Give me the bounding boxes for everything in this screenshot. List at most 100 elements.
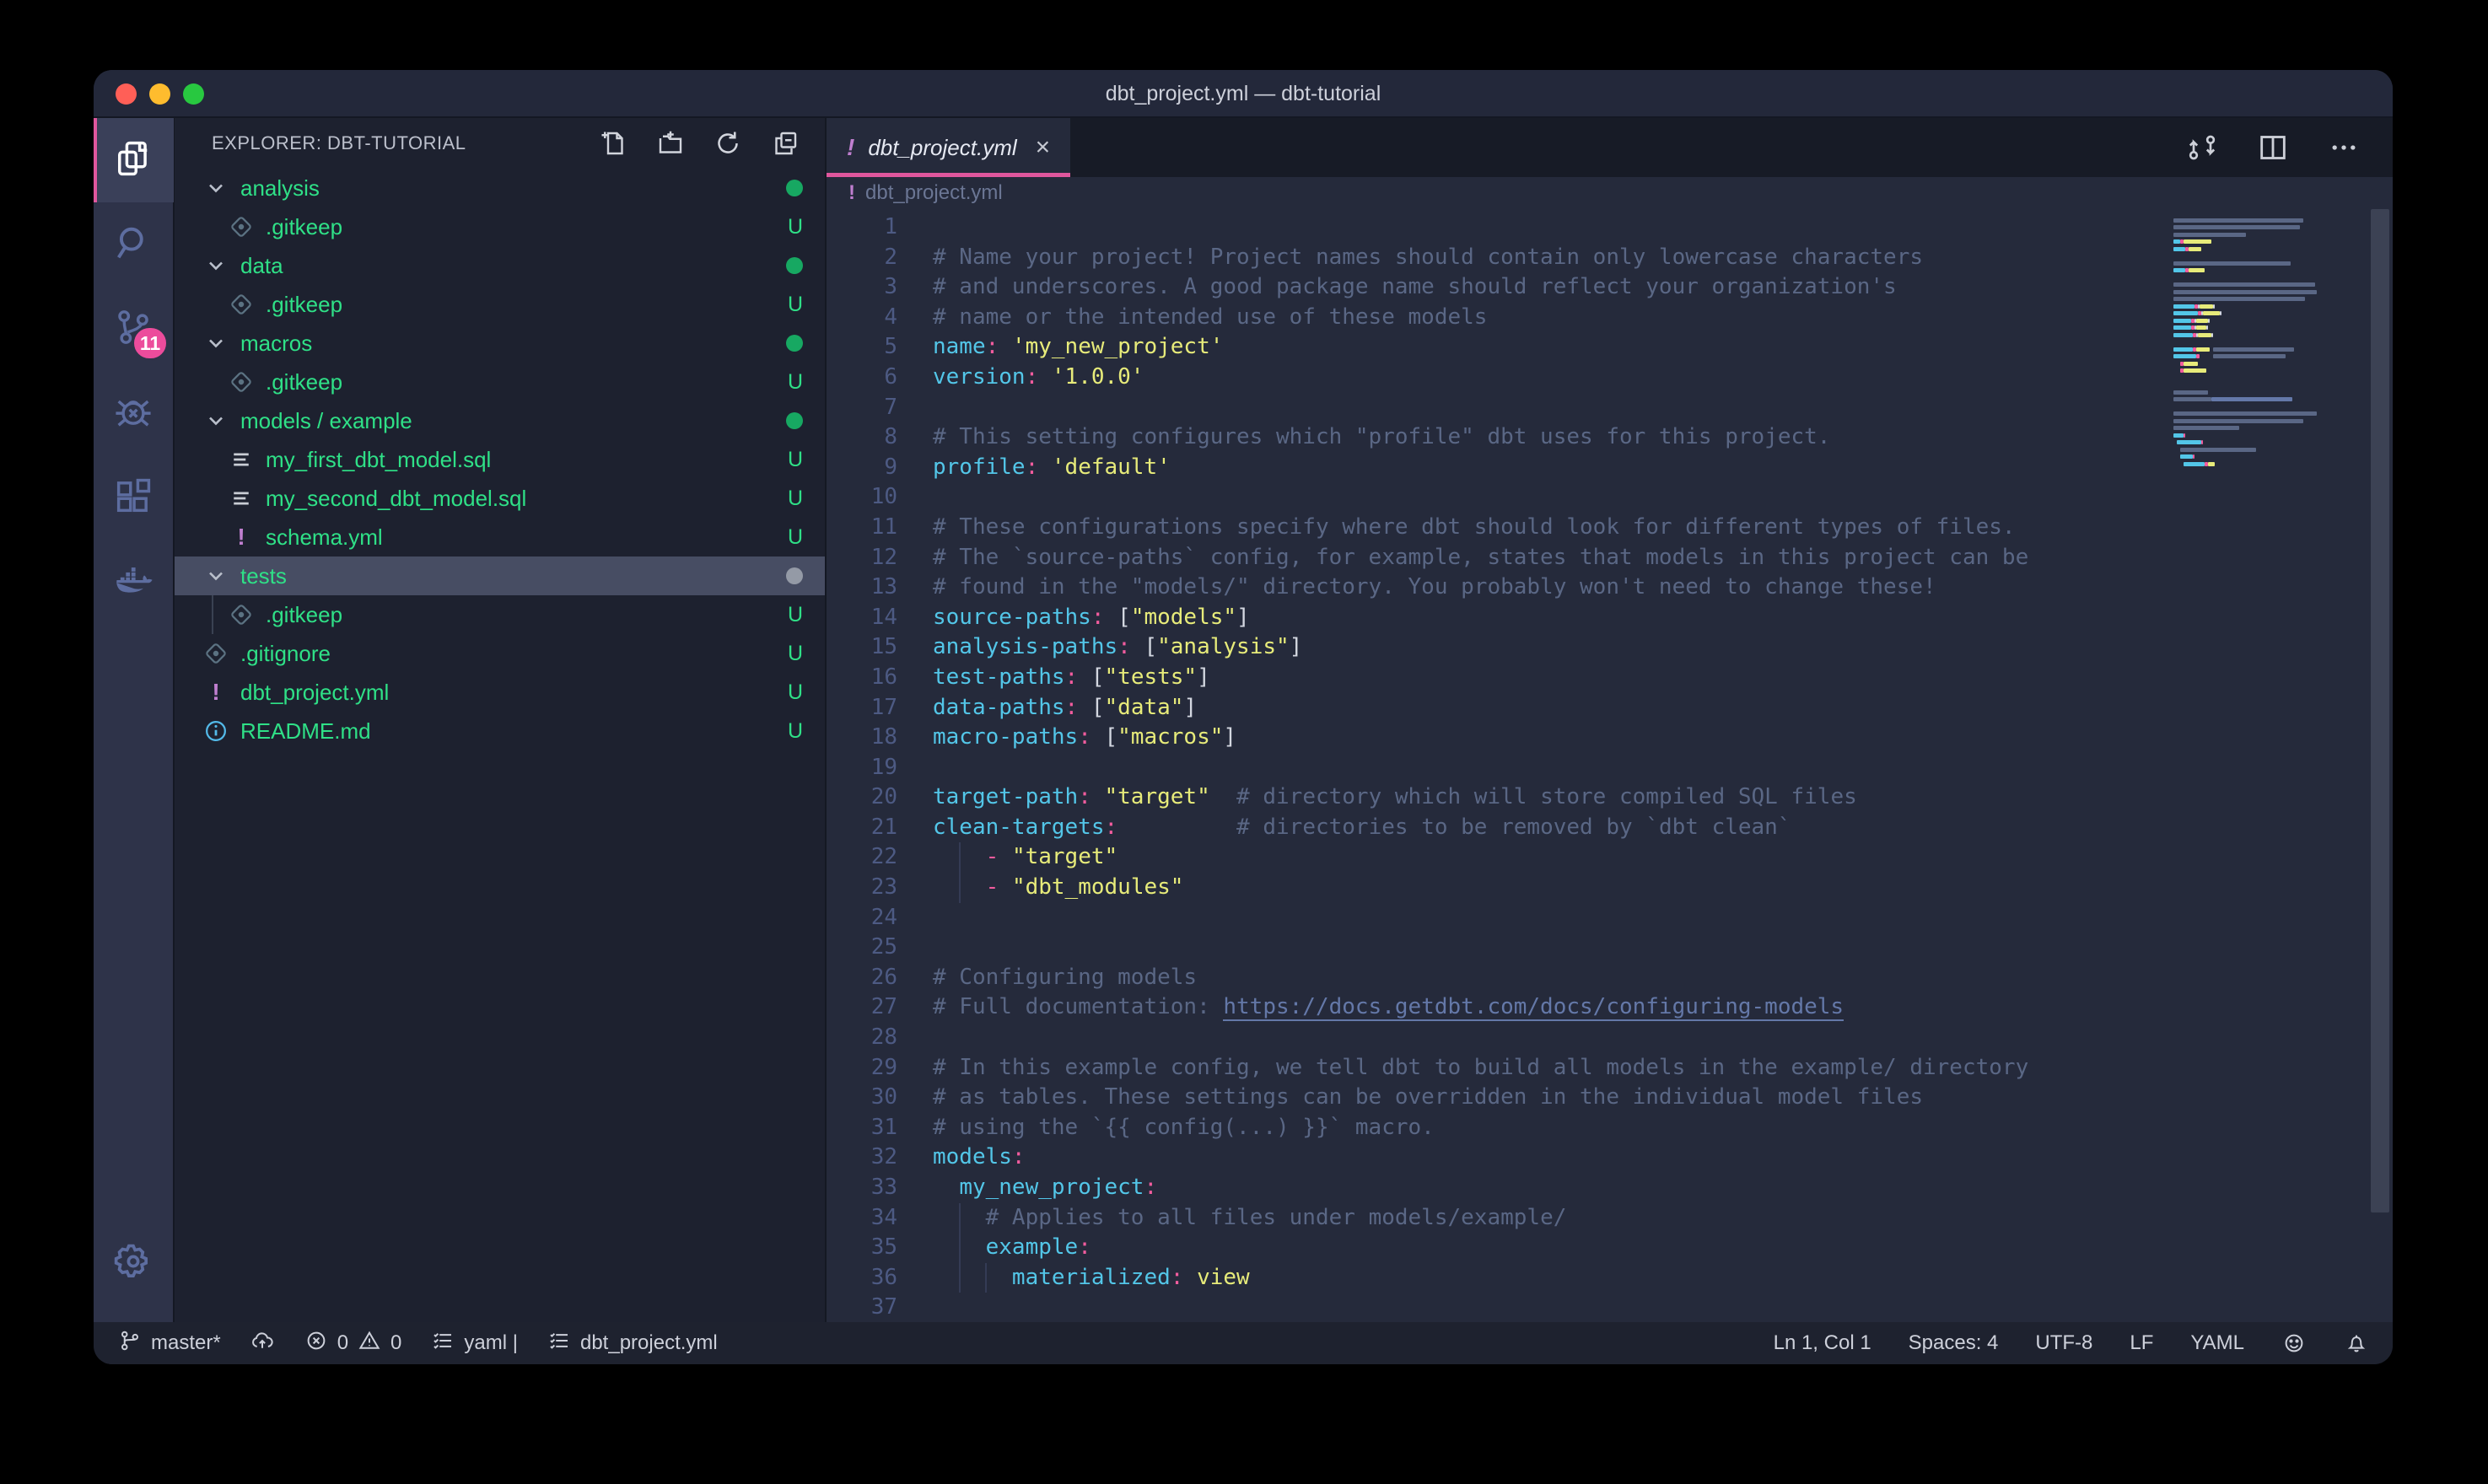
code-line-15[interactable]: 15analysis-paths: ["analysis"]	[827, 632, 2173, 663]
eol-setting[interactable]: LF	[2130, 1331, 2153, 1355]
code-line-21[interactable]: 21clean-targets: # directories to be rem…	[827, 813, 2173, 843]
encoding-setting[interactable]: UTF-8	[2035, 1331, 2092, 1355]
tree-item-macros[interactable]: macros	[175, 324, 825, 363]
language-mode[interactable]: YAML	[2190, 1331, 2244, 1355]
code-line-26[interactable]: 26# Configuring models	[827, 963, 2173, 993]
breadcrumb-file[interactable]: dbt_project.yml	[865, 181, 1003, 205]
tree-item-tests[interactable]: tests	[175, 556, 825, 595]
tree-item-label: my_first_dbt_model.sql	[266, 447, 491, 473]
tree-item-my-first-dbt-model-sql[interactable]: my_first_dbt_model.sqlU	[175, 440, 825, 479]
code-line-31[interactable]: 31# using the `{{ config(...) }}` macro.	[827, 1113, 2173, 1143]
code-line-20[interactable]: 20target-path: "target" # directory whic…	[827, 782, 2173, 813]
breadcrumb[interactable]: ! dbt_project.yml	[827, 177, 2393, 209]
tree-item-gitkeep[interactable]: .gitkeepU	[175, 285, 825, 324]
close-tab-icon[interactable]: ×	[1036, 133, 1051, 162]
git-icon	[203, 641, 229, 666]
title-bar[interactable]: dbt_project.yml — dbt-tutorial	[94, 70, 2393, 118]
source-control-view-button[interactable]: 11	[94, 287, 174, 371]
split-editor-button[interactable]	[2254, 129, 2291, 166]
code-line-5[interactable]: 5name: 'my_new_project'	[827, 332, 2173, 363]
line-number: 19	[827, 753, 897, 783]
code-line-14[interactable]: 14source-paths: ["models"]	[827, 603, 2173, 633]
code-line-23[interactable]: 23 - "dbt_modules"	[827, 873, 2173, 903]
code-line-25[interactable]: 25	[827, 933, 2173, 963]
code-line-36[interactable]: 36 materialized: view	[827, 1263, 2173, 1293]
code-line-19[interactable]: 19	[827, 753, 2173, 783]
extensions-view-button[interactable]	[94, 455, 174, 540]
code-line-28[interactable]: 28	[827, 1023, 2173, 1053]
more-actions-button[interactable]	[2325, 129, 2362, 166]
code-line-6[interactable]: 6version: '1.0.0'	[827, 363, 2173, 393]
tree-item-schema-yml[interactable]: !schema.ymlU	[175, 518, 825, 556]
dbt-yaml-selector[interactable]: yaml |	[430, 1328, 518, 1359]
code-line-16[interactable]: 16test-paths: ["tests"]	[827, 663, 2173, 693]
code-line-32[interactable]: 32models:	[827, 1143, 2173, 1173]
git-status-badge: U	[788, 603, 803, 627]
code-line-27[interactable]: 27# Full documentation: https://docs.get…	[827, 992, 2173, 1023]
code-line-37[interactable]: 37	[827, 1293, 2173, 1322]
code-line-9[interactable]: 9profile: 'default'	[827, 453, 2173, 483]
cursor-position[interactable]: Ln 1, Col 1	[1774, 1331, 1871, 1355]
sql-icon	[229, 486, 254, 511]
code-line-8[interactable]: 8# This setting configures which "profil…	[827, 422, 2173, 453]
code-line-34[interactable]: 34 # Applies to all files under models/e…	[827, 1203, 2173, 1234]
problems-item[interactable]: 0 0	[304, 1328, 402, 1359]
tree-item-label: .gitkeep	[266, 292, 342, 318]
tree-item-gitkeep[interactable]: .gitkeepU	[175, 595, 825, 634]
code-line-13[interactable]: 13# found in the "models/" directory. Yo…	[827, 573, 2173, 603]
open-changes-button[interactable]	[2184, 129, 2221, 166]
tree-item-gitkeep[interactable]: .gitkeepU	[175, 207, 825, 246]
code-line-12[interactable]: 12# The `source-paths` config, for examp…	[827, 543, 2173, 573]
line-number: 3	[827, 272, 897, 303]
new-file-button[interactable]	[595, 126, 631, 161]
explorer-view-button[interactable]	[94, 118, 174, 202]
run-debug-view-button[interactable]	[94, 371, 174, 455]
line-number: 21	[827, 813, 897, 843]
search-view-button[interactable]	[94, 202, 174, 287]
code-line-24[interactable]: 24	[827, 903, 2173, 933]
line-number: 11	[827, 513, 897, 543]
refresh-explorer-button[interactable]	[710, 126, 746, 161]
code-line-35[interactable]: 35 example:	[827, 1233, 2173, 1263]
code-line-30[interactable]: 30# as tables. These settings can be ove…	[827, 1083, 2173, 1113]
code-line-17[interactable]: 17data-paths: ["data"]	[827, 693, 2173, 723]
tree-item-label: schema.yml	[266, 524, 383, 551]
feedback-smiley-icon[interactable]	[2281, 1331, 2307, 1356]
collapse-folders-button[interactable]	[767, 126, 803, 161]
tree-item-my-second-dbt-model-sql[interactable]: my_second_dbt_model.sqlU	[175, 479, 825, 518]
code-line-33[interactable]: 33 my_new_project:	[827, 1173, 2173, 1203]
scrollbar-thumb[interactable]	[2371, 209, 2389, 1212]
code-line-18[interactable]: 18macro-paths: ["macros"]	[827, 723, 2173, 753]
notifications-bell-icon[interactable]	[2344, 1331, 2369, 1356]
tree-item-gitignore[interactable]: .gitignoreU	[175, 634, 825, 673]
tree-item-readme-md[interactable]: README.mdU	[175, 712, 825, 750]
tree-item-models-example[interactable]: models / example	[175, 401, 825, 440]
manage-button[interactable]	[94, 1221, 174, 1305]
dbt-file-selector[interactable]: dbt_project.yml	[547, 1328, 718, 1359]
code-line-10[interactable]: 10	[827, 482, 2173, 513]
code-line-22[interactable]: 22 - "target"	[827, 842, 2173, 873]
docker-view-button[interactable]	[94, 540, 174, 624]
code-line-7[interactable]: 7	[827, 393, 2173, 423]
code-line-29[interactable]: 29# In this example config, we tell dbt …	[827, 1053, 2173, 1083]
code-area[interactable]: 12# Name your project! Project names sho…	[827, 212, 2173, 1322]
list-selection-icon	[430, 1328, 455, 1359]
explorer-title: EXPLORER: DBT-TUTORIAL	[212, 132, 466, 154]
yaml-selector-label: yaml |	[464, 1331, 518, 1355]
code-line-2[interactable]: 2# Name your project! Project names shou…	[827, 243, 2173, 273]
tree-item-dbt-project-yml[interactable]: !dbt_project.ymlU	[175, 673, 825, 712]
code-line-1[interactable]: 1	[827, 212, 2173, 243]
tree-item-data[interactable]: data	[175, 246, 825, 285]
tree-item-gitkeep[interactable]: .gitkeepU	[175, 363, 825, 401]
git-branch-item[interactable]: master*	[117, 1328, 221, 1359]
tab-dbt-project-yml[interactable]: ! dbt_project.yml ×	[827, 118, 1070, 177]
sync-changes-item[interactable]	[250, 1328, 275, 1359]
indentation-setting[interactable]: Spaces: 4	[1909, 1331, 1999, 1355]
line-number: 10	[827, 482, 897, 513]
code-line-11[interactable]: 11# These configurations specify where d…	[827, 513, 2173, 543]
new-folder-button[interactable]	[653, 126, 688, 161]
minimap-line	[2173, 290, 2317, 294]
code-line-4[interactable]: 4# name or the intended use of these mod…	[827, 303, 2173, 333]
tree-item-analysis[interactable]: analysis	[175, 169, 825, 207]
code-line-3[interactable]: 3# and underscores. A good package name …	[827, 272, 2173, 303]
